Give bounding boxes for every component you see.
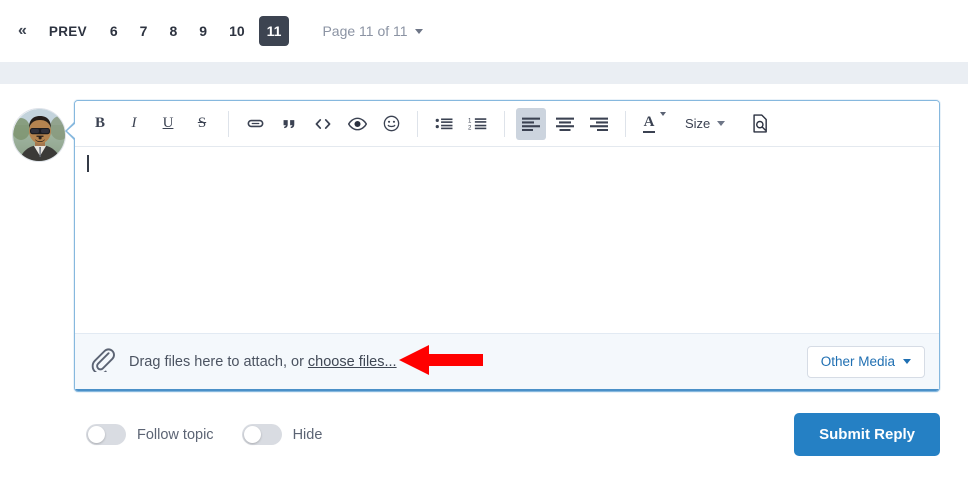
bubble-pointer-fill <box>66 123 76 139</box>
text-color-button[interactable]: A <box>637 108 667 140</box>
page-number-11-active[interactable]: 11 <box>258 16 290 46</box>
font-size-label: Size <box>685 116 711 131</box>
chevron-down-icon <box>903 359 911 364</box>
eye-icon[interactable] <box>342 108 372 140</box>
content-top-spacer <box>0 84 968 100</box>
hide-toggle[interactable] <box>241 424 282 445</box>
reply-editor-row: B I U S 1 2 A Size Drag files here to at… <box>0 100 968 392</box>
follow-topic-toggle-group[interactable]: Follow topic <box>86 424 214 445</box>
code-icon[interactable] <box>308 108 338 140</box>
smiley-icon[interactable] <box>376 108 406 140</box>
avatar-image <box>13 109 65 161</box>
bold-button[interactable]: B <box>85 108 115 140</box>
avatar[interactable] <box>12 108 66 162</box>
toolbar-divider-3 <box>504 110 505 137</box>
page-jump-dropdown[interactable]: Page 11 of 11 <box>322 23 423 39</box>
strikethrough-button[interactable]: S <box>187 108 217 140</box>
document-search-icon[interactable] <box>745 108 775 140</box>
page-number-10[interactable]: 10 <box>221 16 253 46</box>
align-center-icon[interactable] <box>550 108 580 140</box>
text-color-glyph: A <box>642 114 656 133</box>
chevron-down-icon <box>414 28 423 34</box>
attachment-dropzone[interactable]: Drag files here to attach, or choose fil… <box>75 333 939 391</box>
numbered-list-icon[interactable]: 1 2 <box>463 108 493 140</box>
follow-topic-label: Follow topic <box>137 426 214 443</box>
align-right-icon[interactable] <box>584 108 614 140</box>
bullet-list-icon[interactable] <box>429 108 459 140</box>
toggle-knob <box>243 426 261 443</box>
hide-toggle-group[interactable]: Hide <box>241 424 323 445</box>
section-divider-band <box>0 62 968 84</box>
chevron-down-icon <box>717 121 726 126</box>
submit-reply-button[interactable]: Submit Reply <box>794 413 940 456</box>
other-media-button[interactable]: Other Media <box>806 345 925 378</box>
chevron-down-icon <box>660 111 666 116</box>
double-chevron-left-icon[interactable]: « <box>8 17 37 45</box>
page-jump-label: Page 11 of 11 <box>322 23 408 39</box>
link-icon[interactable] <box>240 108 270 140</box>
choose-files-link[interactable]: choose files... <box>308 354 397 370</box>
page-number-7[interactable]: 7 <box>132 16 156 46</box>
page-number-6[interactable]: 6 <box>102 16 126 46</box>
hide-label: Hide <box>292 426 323 443</box>
paperclip-icon <box>89 346 115 377</box>
toolbar-divider-4 <box>625 110 626 137</box>
toolbar-divider-1 <box>228 110 229 137</box>
red-arrow-annotation <box>397 340 485 385</box>
quote-icon[interactable] <box>274 108 304 140</box>
avatar-column <box>12 100 74 392</box>
editor-footer: Follow topic Hide Submit Reply <box>0 392 968 456</box>
attachment-prompt: Drag files here to attach, or choose fil… <box>129 354 397 370</box>
editor-textarea[interactable] <box>75 147 939 333</box>
toggle-knob <box>88 426 105 443</box>
text-caret <box>87 155 89 172</box>
align-left-icon[interactable] <box>516 107 546 140</box>
pagination-bar: « PREV 6 7 8 9 10 11 Page 11 of 11 <box>0 0 968 62</box>
svg-text:2: 2 <box>468 125 472 132</box>
follow-topic-toggle[interactable] <box>86 424 126 445</box>
editor-wrapper: B I U S 1 2 A Size Drag files here to at… <box>65 100 940 392</box>
editor-toolbar: B I U S 1 2 A Size <box>75 101 939 147</box>
font-size-dropdown[interactable]: Size <box>679 116 731 131</box>
italic-button[interactable]: I <box>119 108 149 140</box>
other-media-label: Other Media <box>820 354 895 369</box>
attachment-prompt-text: Drag files here to attach, or <box>129 353 308 370</box>
reply-editor-page: « PREV 6 7 8 9 10 11 Page 11 of 11 B I U… <box>0 0 968 504</box>
prev-page-button[interactable]: PREV <box>37 17 99 46</box>
page-number-8[interactable]: 8 <box>161 16 185 46</box>
underline-button[interactable]: U <box>153 108 183 140</box>
svg-text:1: 1 <box>468 117 472 124</box>
page-number-9[interactable]: 9 <box>191 16 215 46</box>
editor-box: B I U S 1 2 A Size Drag files here to at… <box>74 100 940 392</box>
toolbar-divider-2 <box>417 110 418 137</box>
